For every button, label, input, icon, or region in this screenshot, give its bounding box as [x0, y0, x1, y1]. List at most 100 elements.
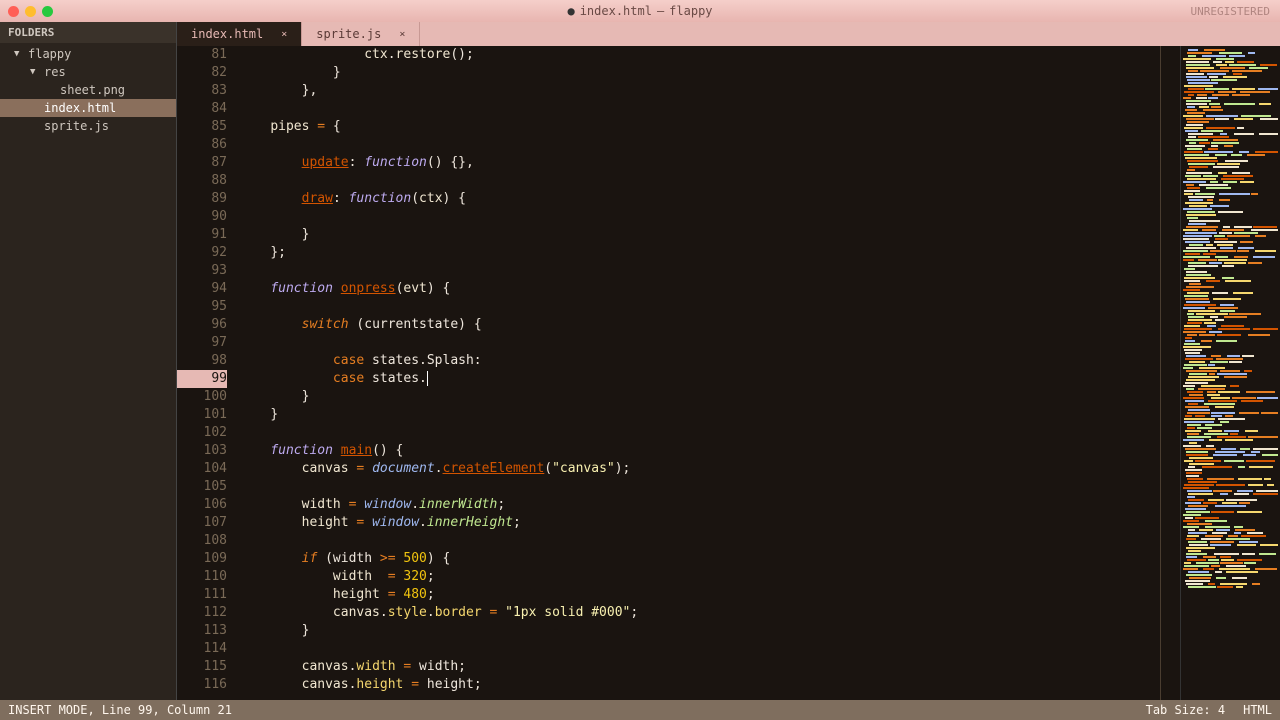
tab[interactable]: sprite.js × — [302, 22, 420, 46]
code-line — [239, 136, 1180, 154]
code-line: ctx.restore(); — [239, 46, 1180, 64]
code-line: } — [239, 406, 1180, 424]
code-line: } — [239, 226, 1180, 244]
line-number: 113 — [177, 622, 227, 640]
status-tab-size[interactable]: Tab Size: 4 — [1146, 703, 1225, 717]
code-line: width = window.innerWidth; — [239, 496, 1180, 514]
sidebar-item-label: sheet.png — [60, 83, 125, 97]
main-area: FOLDERS ▼ flappy ▼res sheet.png index.html sp… — [0, 22, 1280, 700]
line-number: 90 — [177, 208, 227, 226]
ruler-line — [1160, 46, 1161, 700]
line-number: 114 — [177, 640, 227, 658]
close-icon[interactable]: × — [399, 29, 405, 40]
sidebar-item-label: flappy — [28, 47, 71, 61]
line-number: 83 — [177, 82, 227, 100]
tab-label: index.html — [191, 27, 263, 41]
window-titlebar: ● index.html — flappy UNREGISTERED — [0, 0, 1280, 22]
code-line: }; — [239, 244, 1180, 262]
code-line: } — [239, 64, 1180, 82]
code-line: } — [239, 622, 1180, 640]
line-number: 105 — [177, 478, 227, 496]
line-number: 86 — [177, 136, 227, 154]
code-line — [239, 334, 1180, 352]
line-number: 98 — [177, 352, 227, 370]
line-number: 111 — [177, 586, 227, 604]
code-line — [239, 298, 1180, 316]
code-line: } — [239, 388, 1180, 406]
code-line: height = window.innerHeight; — [239, 514, 1180, 532]
sidebar-item[interactable]: sprite.js — [0, 117, 176, 135]
line-number: 101 — [177, 406, 227, 424]
code-line: draw: function(ctx) { — [239, 190, 1180, 208]
line-number: 82 — [177, 64, 227, 82]
code-text[interactable]: ctx.restore(); } }, pipes = { update: fu… — [235, 46, 1180, 700]
line-number: 107 — [177, 514, 227, 532]
sidebar-item[interactable]: ▼ flappy — [0, 45, 176, 63]
line-number: 100 — [177, 388, 227, 406]
tab-bar: index.html × sprite.js × — [177, 22, 1280, 46]
minimap[interactable] — [1180, 46, 1280, 700]
status-left[interactable]: INSERT MODE, Line 99, Column 21 — [8, 703, 232, 717]
code-line: pipes = { — [239, 118, 1180, 136]
code-line: height = 480; — [239, 586, 1180, 604]
line-number: 81 — [177, 46, 227, 64]
sidebar-item-label: index.html — [44, 101, 116, 115]
sidebar-item[interactable]: index.html — [0, 99, 176, 117]
sidebar: FOLDERS ▼ flappy ▼res sheet.png index.html sp… — [0, 22, 177, 700]
chevron-down-icon: ▼ — [14, 49, 24, 59]
folder-tree: ▼ flappy ▼res sheet.png index.html sprite.js — [0, 43, 176, 137]
line-number: 116 — [177, 676, 227, 694]
line-number: 87 — [177, 154, 227, 172]
title-right: UNREGISTERED — [1191, 5, 1270, 18]
line-number: 110 — [177, 568, 227, 586]
code-line — [239, 262, 1180, 280]
code-line: function main() { — [239, 442, 1180, 460]
sidebar-item[interactable]: sheet.png — [0, 81, 176, 99]
editor-pane: index.html × sprite.js × 818283848586878889… — [177, 22, 1280, 700]
status-language[interactable]: HTML — [1243, 703, 1272, 717]
close-icon[interactable]: × — [281, 29, 287, 40]
tab-label: sprite.js — [316, 27, 381, 41]
line-number: 88 — [177, 172, 227, 190]
status-bar: INSERT MODE, Line 99, Column 21 Tab Size… — [0, 700, 1280, 720]
code-line — [239, 532, 1180, 550]
title-sep: — — [657, 4, 664, 18]
code-line — [239, 208, 1180, 226]
dirty-dot-icon: ● — [567, 4, 574, 18]
code-line — [239, 424, 1180, 442]
line-gutter: 8182838485868788899091929394959697989910… — [177, 46, 235, 700]
sidebar-header: FOLDERS — [0, 22, 176, 43]
code-line: function onpress(evt) { — [239, 280, 1180, 298]
close-icon[interactable] — [8, 6, 19, 17]
code-area[interactable]: 8182838485868788899091929394959697989910… — [177, 46, 1280, 700]
sidebar-item[interactable]: ▼res — [0, 63, 176, 81]
zoom-icon[interactable] — [42, 6, 53, 17]
code-line: width = 320; — [239, 568, 1180, 586]
line-number: 84 — [177, 100, 227, 118]
line-number: 112 — [177, 604, 227, 622]
line-number: 89 — [177, 190, 227, 208]
code-line: switch (currentstate) { — [239, 316, 1180, 334]
line-number: 91 — [177, 226, 227, 244]
chevron-down-icon: ▼ — [30, 67, 40, 77]
code-line: canvas.width = width; — [239, 658, 1180, 676]
code-line: if (width >= 500) { — [239, 550, 1180, 568]
line-number: 103 — [177, 442, 227, 460]
code-line: }, — [239, 82, 1180, 100]
code-line: canvas = document.createElement("canvas"… — [239, 460, 1180, 478]
line-number: 92 — [177, 244, 227, 262]
code-line: update: function() {}, — [239, 154, 1180, 172]
code-line — [239, 640, 1180, 658]
line-number: 102 — [177, 424, 227, 442]
line-number: 97 — [177, 334, 227, 352]
window-title: ● index.html — flappy — [567, 4, 712, 18]
code-line: case states. — [239, 370, 1180, 388]
line-number: 96 — [177, 316, 227, 334]
line-number: 109 — [177, 550, 227, 568]
tab[interactable]: index.html × — [177, 22, 302, 46]
line-number: 95 — [177, 298, 227, 316]
code-line: canvas.style.border = "1px solid #000"; — [239, 604, 1180, 622]
line-number: 85 — [177, 118, 227, 136]
line-number: 99 — [177, 370, 227, 388]
minimize-icon[interactable] — [25, 6, 36, 17]
